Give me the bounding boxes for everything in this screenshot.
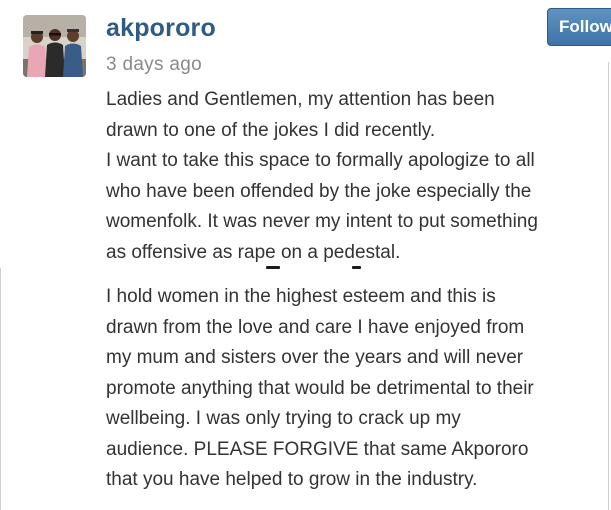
caption-line: promote anything that would be detriment… bbox=[106, 377, 534, 399]
post-card: akpororo 3 days ago Follow Ladies and Ge… bbox=[0, 0, 611, 510]
caption-line: womenfolk. It was never my intent to put… bbox=[106, 211, 538, 232]
caption-line: I hold women in the highest esteem and t… bbox=[106, 286, 496, 307]
caption-line: drawn to one of the jokes I did recently… bbox=[106, 119, 436, 141]
caption-line: I want to take this space to formally ap… bbox=[106, 150, 535, 171]
caption-line: as offensive as rape on a pedestal. bbox=[106, 241, 401, 263]
caption-line: who have been offended by the joke espec… bbox=[106, 180, 532, 202]
caption-line: audience. PLEASE FORGIVE that same Akpor… bbox=[106, 438, 529, 460]
text-artifact bbox=[266, 266, 280, 269]
caption-line: that you have helped to grow in the indu… bbox=[106, 469, 478, 490]
avatar-photo bbox=[23, 15, 86, 77]
caption-line: my mum and sisters over the years and wi… bbox=[106, 347, 524, 368]
card-left-border bbox=[0, 268, 1, 510]
caption-line: wellbeing. I was only trying to crack up… bbox=[106, 408, 461, 429]
username-link[interactable]: akpororo bbox=[106, 14, 216, 43]
follow-button[interactable]: Follow bbox=[547, 8, 611, 46]
caption-line: Ladies and Gentlemen, my attention has b… bbox=[106, 89, 495, 110]
caption-paragraph-2: I hold women in the highest esteem and t… bbox=[106, 282, 611, 496]
avatar[interactable] bbox=[23, 15, 86, 77]
caption-line: drawn from the love and care I have enjo… bbox=[106, 316, 525, 338]
post-timestamp: 3 days ago bbox=[106, 54, 202, 75]
caption-paragraph-1: Ladies and Gentlemen, my attention has b… bbox=[106, 85, 611, 268]
text-artifact bbox=[352, 266, 361, 269]
